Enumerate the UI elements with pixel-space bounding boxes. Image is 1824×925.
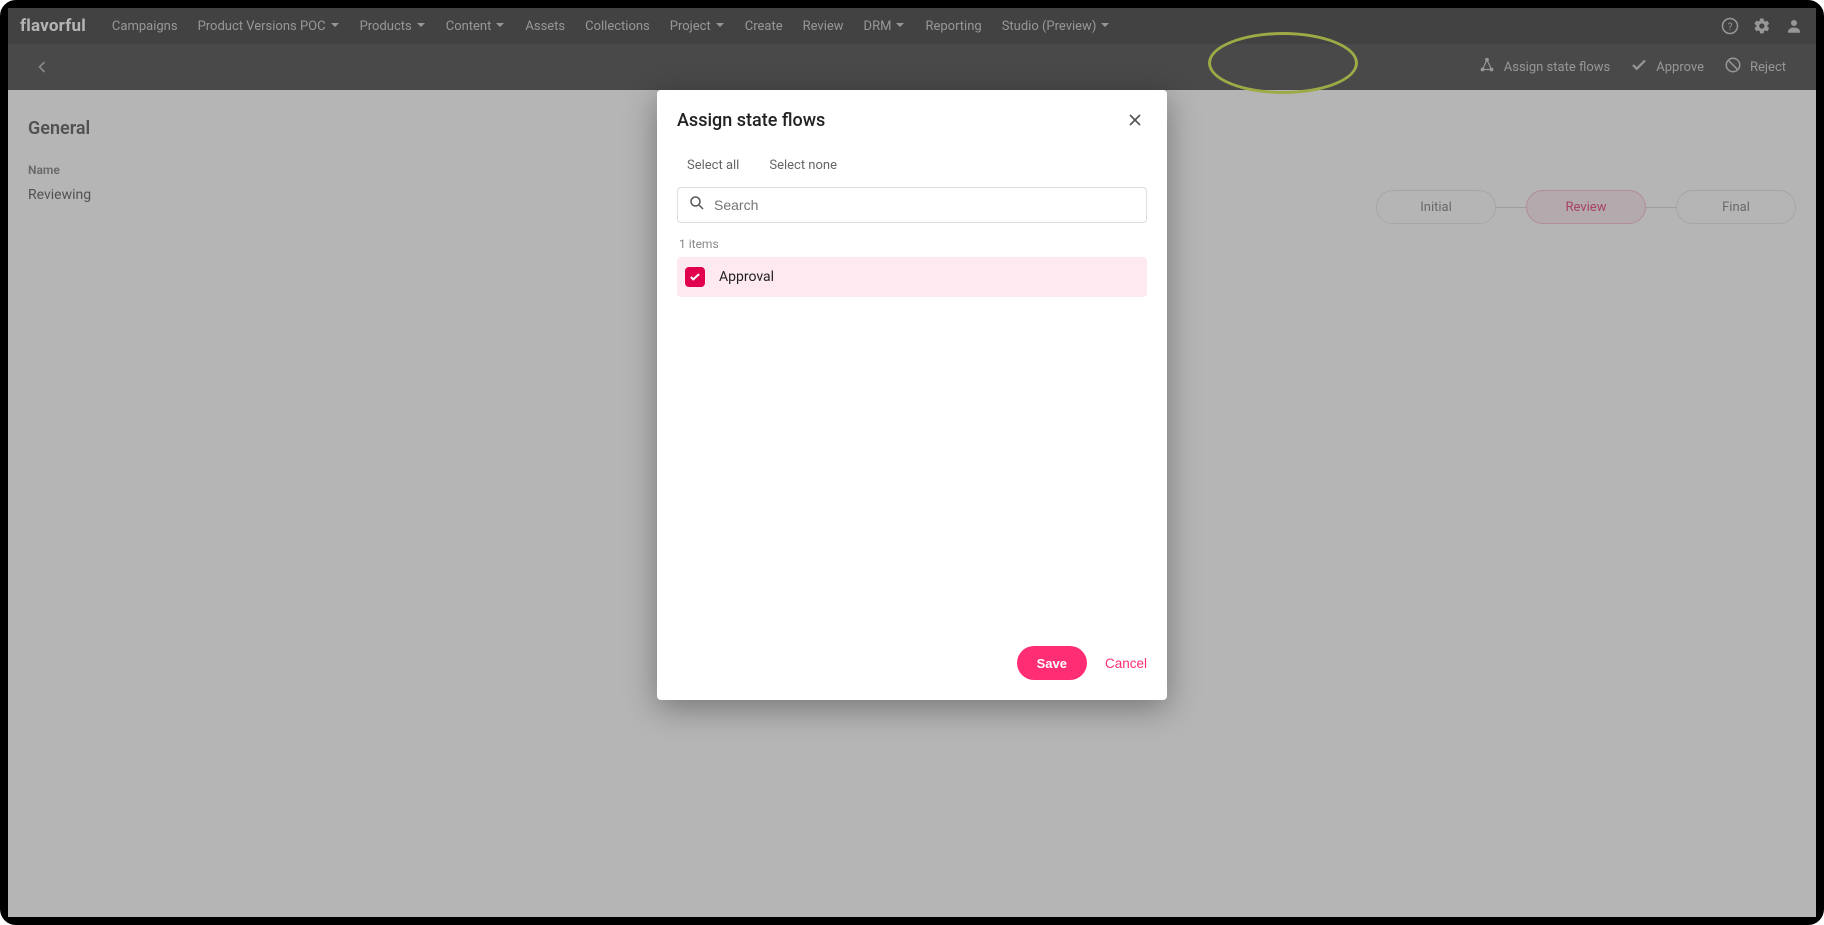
search-icon [688, 194, 706, 216]
close-icon[interactable] [1123, 108, 1147, 132]
search-input[interactable] [714, 197, 1136, 213]
list-item[interactable]: Approval [677, 257, 1147, 297]
list-item-label: Approval [719, 269, 774, 285]
assign-state-flows-modal: Assign state flows Select all Select non… [657, 90, 1167, 700]
select-all-link[interactable]: Select all [687, 158, 739, 173]
save-button[interactable]: Save [1017, 646, 1087, 680]
select-none-link[interactable]: Select none [769, 158, 837, 173]
item-count: 1 items [679, 237, 1145, 251]
modal-title: Assign state flows [677, 110, 825, 131]
search-input-wrap[interactable] [677, 187, 1147, 223]
cancel-button[interactable]: Cancel [1105, 656, 1147, 671]
checkbox[interactable] [685, 267, 705, 287]
